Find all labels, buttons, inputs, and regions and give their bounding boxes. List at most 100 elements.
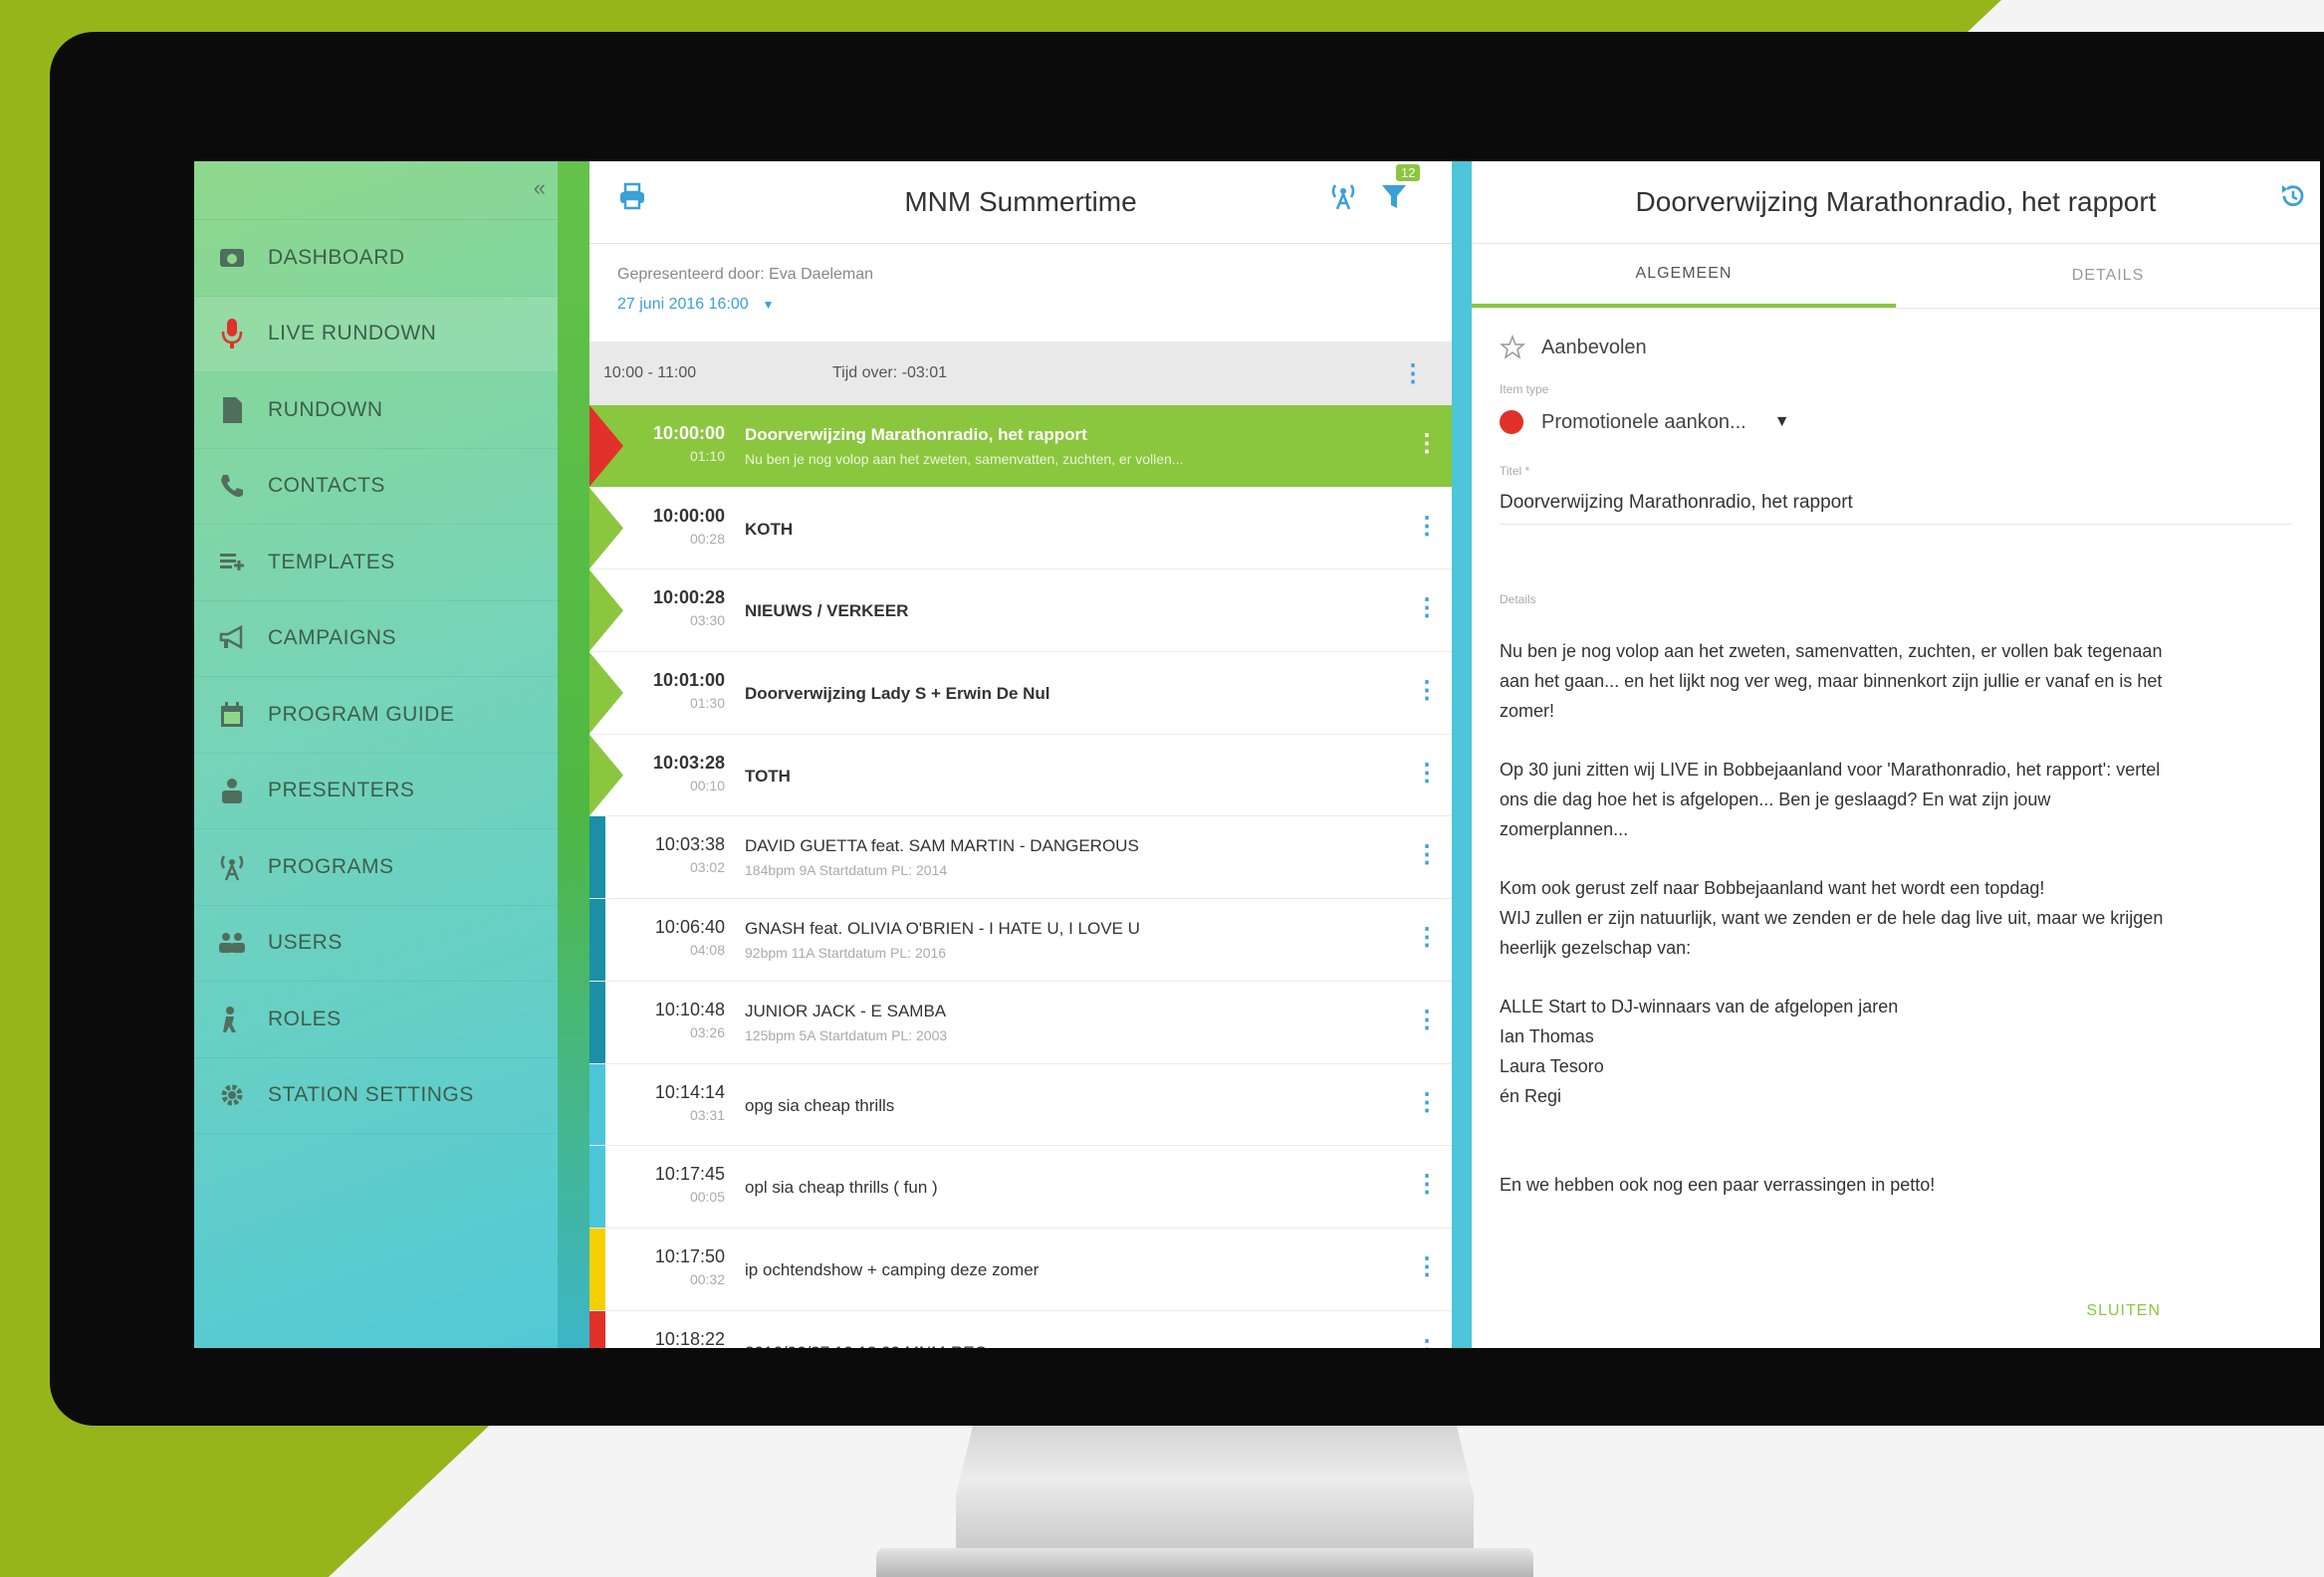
row-type-marker xyxy=(589,1228,605,1310)
details-line: Kom ook gerust zelf naar Bobbejaanland w… xyxy=(1500,878,2045,898)
sidebar-item-contacts[interactable]: CONTACTS xyxy=(194,449,558,525)
rundown-row[interactable]: 10:18:22 2016/06/27 10:18:00 MNM-REC⋮ xyxy=(589,1310,1452,1348)
details-line: Ian Thomas xyxy=(1500,1026,1594,1046)
row-subtitle: 125bpm 5A Startdatum PL: 2003 xyxy=(745,1026,948,1043)
sidebar-rail xyxy=(558,161,589,1348)
sidebar-top: « xyxy=(194,161,558,220)
type-color-dot xyxy=(1500,410,1523,434)
rundown-info: Gepresenteerd door: Eva Daeleman 27 juni… xyxy=(589,244,1452,341)
sidebar-item-program-guide[interactable]: PROGRAM GUIDE xyxy=(194,677,558,754)
details-line: én Regi xyxy=(1500,1086,1562,1106)
rundown-row[interactable]: 10:01:00 01:30 Doorverwijzing Lady S + Erw… xyxy=(589,652,1452,735)
row-duration: 00:32 xyxy=(689,1270,725,1287)
sidebar-item-programs[interactable]: PROGRAMS xyxy=(194,829,558,906)
more-vert-icon[interactable]: ⋮ xyxy=(1402,735,1452,788)
rundown-row[interactable]: 10:03:28 00:10 TOTH ⋮ xyxy=(589,734,1452,817)
rundown-row[interactable]: 10:06:40 04:08 GNASH feat. OLIVIA O'BRIEN … xyxy=(589,899,1452,982)
antenna-icon xyxy=(214,849,250,885)
date-selector[interactable]: 27 juni 2016 16:00 ▼ xyxy=(617,296,1452,314)
print-icon[interactable] xyxy=(617,181,647,216)
more-vert-icon[interactable]: ⋮ xyxy=(1402,405,1452,458)
sidebar-item-label: TEMPLATES xyxy=(268,550,395,573)
row-texts: NIEUWS / VERKEER xyxy=(725,569,1402,621)
item-type-label: Item type xyxy=(1500,382,1549,396)
collapse-sidebar-button[interactable]: « xyxy=(534,175,546,201)
more-vert-icon[interactable]: ⋮ xyxy=(1402,899,1452,952)
row-title: Doorverwijzing Marathonradio, het rappor… xyxy=(745,425,1087,444)
sidebar-item-users[interactable]: USERS xyxy=(194,906,558,982)
sidebar-item-campaigns[interactable]: CAMPAIGNS xyxy=(194,601,558,677)
row-duration: 03:26 xyxy=(689,1023,725,1040)
details-line: Op 30 juni zitten wij LIVE in Bobbejaanl… xyxy=(1500,760,2161,780)
rundown-row[interactable]: 10:17:45 00:05 opl sia cheap thrills ( fun… xyxy=(589,1146,1452,1229)
antenna-icon[interactable] xyxy=(1328,181,1358,216)
rundown-row[interactable]: 10:00:28 03:30 NIEUWS / VERKEER ⋮ xyxy=(589,569,1452,653)
row-duration: 04:08 xyxy=(689,942,725,959)
row-title: opg sia cheap thrills xyxy=(745,1095,895,1115)
presenter-icon xyxy=(214,773,250,808)
row-type-marker xyxy=(589,1063,605,1146)
rundown-row[interactable]: 10:14:14 03:31 opg sia cheap thrills ⋮ xyxy=(589,1063,1452,1147)
more-vert-icon[interactable]: ⋮ xyxy=(1402,652,1452,705)
sidebar-item-label: LIVE RUNDOWN xyxy=(268,322,437,345)
sidebar-item-dashboard[interactable]: DASHBOARD xyxy=(194,220,558,297)
row-title: DAVID GUETTA feat. SAM MARTIN - DANGEROU… xyxy=(745,836,1139,856)
row-title: TOTH xyxy=(745,766,791,786)
sidebar-item-rundown[interactable]: RUNDOWN xyxy=(194,372,558,449)
row-times: 10:10:48 03:26 xyxy=(589,982,725,1040)
details-paragraph: Nu ben je nog volop aan het zweten, same… xyxy=(1500,636,2292,726)
rundown-row[interactable]: 10:00:00 01:10 Doorverwijzing Marathonradi… xyxy=(589,405,1452,488)
row-title: 2016/06/27 10:18:00 MNM-REC xyxy=(745,1343,1402,1348)
sidebar-item-templates[interactable]: TEMPLATES xyxy=(194,525,558,601)
row-times: 10:14:14 03:31 xyxy=(589,1064,725,1123)
more-vert-icon[interactable]: ⋮ xyxy=(1402,816,1452,869)
row-title: NIEUWS / VERKEER xyxy=(745,601,909,621)
close-button[interactable]: SLUITEN xyxy=(2086,1302,2161,1320)
tab-details[interactable]: DETAILS xyxy=(1896,244,2320,308)
row-start-time: 10:17:45 xyxy=(654,1164,725,1185)
dashboard-icon xyxy=(214,240,250,276)
sidebar-item-presenters[interactable]: PRESENTERS xyxy=(194,754,558,829)
filter-icon[interactable] xyxy=(1380,177,1408,216)
rundown-row[interactable]: 10:17:50 00:32 ip ochtendshow + camping de… xyxy=(589,1228,1452,1311)
row-subtitle: 184bpm 9A Startdatum PL: 2014 xyxy=(745,862,948,879)
megaphone-icon xyxy=(214,620,250,656)
details-line: En we hebben ook nog een paar verrassing… xyxy=(1500,1175,1936,1195)
sidebar-item-label: STATION SETTINGS xyxy=(268,1083,474,1107)
rundown-row[interactable]: 10:00:00 00:28 KOTH ⋮ xyxy=(589,487,1452,570)
sidebar-nav: DASHBOARD LIVE RUNDOWN RUNDOWN CONTACTS TEMP… xyxy=(194,220,558,1134)
microphone-icon xyxy=(214,316,250,351)
sidebar-item-station-settings[interactable]: STATION SETTINGS xyxy=(194,1058,558,1134)
templates-icon xyxy=(214,545,250,580)
details-line: Laura Tesoro xyxy=(1500,1056,1604,1076)
details-field[interactable]: Nu ben je nog volop aan het zweten, same… xyxy=(1500,636,2292,1200)
details-paragraph: Op 30 juni zitten wij LIVE in Bobbejaanl… xyxy=(1500,755,2292,844)
sidebar-item-live-rundown[interactable]: LIVE RUNDOWN xyxy=(194,296,558,372)
gear-icon xyxy=(214,1077,250,1113)
more-vert-icon[interactable]: ⋮ xyxy=(1402,488,1452,541)
rundown-title: MNM Summertime xyxy=(904,186,1137,217)
more-vert-icon[interactable]: ⋮ xyxy=(1402,982,1452,1034)
row-start-time: 10:18:22 xyxy=(654,1328,725,1348)
row-times: 10:17:45 00:05 xyxy=(589,1146,725,1205)
more-vert-icon[interactable]: ⋮ xyxy=(1402,1311,1452,1348)
more-vert-icon[interactable]: ⋮ xyxy=(1402,1229,1452,1281)
row-times: 10:17:50 00:32 xyxy=(589,1229,725,1287)
rundown-row[interactable]: 10:03:38 03:02 DAVID GUETTA feat. SAM MART… xyxy=(589,816,1452,900)
history-icon[interactable] xyxy=(2278,181,2308,216)
row-texts: opl sia cheap thrills ( fun ) xyxy=(725,1146,1402,1198)
more-vert-icon[interactable]: ⋮ xyxy=(1402,569,1452,622)
row-duration: 03:31 xyxy=(689,1106,725,1123)
more-vert-icon[interactable]: ⋮ xyxy=(1402,1064,1452,1117)
sidebar-item-roles[interactable]: ROLES xyxy=(194,982,558,1058)
recommended-toggle[interactable]: Aanbevolen xyxy=(1500,335,2292,360)
recommended-label: Aanbevolen xyxy=(1541,336,1647,358)
titel-field[interactable]: Doorverwijzing Marathonradio, het rappor… xyxy=(1500,492,2292,525)
item-type-select[interactable]: Promotionele aankon... ▼ xyxy=(1500,410,2292,434)
more-vert-icon[interactable]: ⋮ xyxy=(1388,359,1438,388)
row-texts: DAVID GUETTA feat. SAM MARTIN - DANGEROU… xyxy=(725,816,1402,878)
more-vert-icon[interactable]: ⋮ xyxy=(1402,1146,1452,1199)
rundown-row[interactable]: 10:10:48 03:26 JUNIOR JACK - E SAMBA 125bpm… xyxy=(589,981,1452,1064)
detail-form: Aanbevolen Item type Promotionele aankon… xyxy=(1472,335,2320,1200)
tab-algemeen[interactable]: ALGEMEEN xyxy=(1472,244,1896,308)
